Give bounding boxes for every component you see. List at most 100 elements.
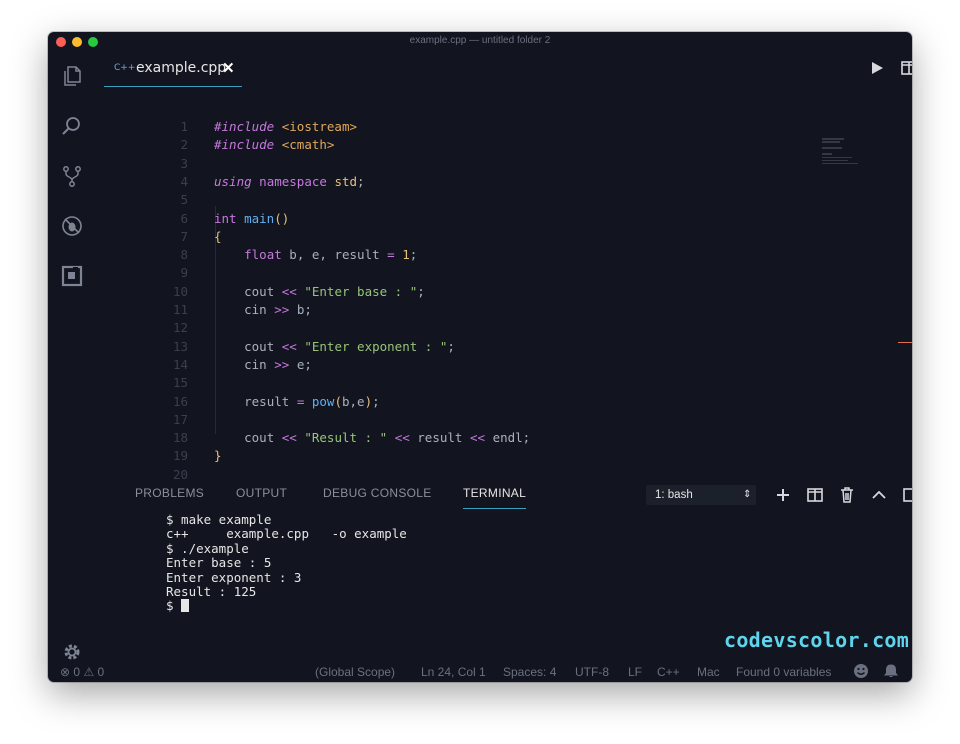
code-line[interactable]: 4 using namespace std; [96, 173, 856, 191]
tab-output[interactable]: OUTPUT [236, 486, 287, 500]
close-window-button[interactable] [56, 37, 66, 47]
status-eol[interactable]: LF [628, 665, 642, 679]
code-text: #include <iostream> [214, 119, 358, 134]
code-editor[interactable]: 1 #include <iostream> 2 #include <cmath> 3 4 u… [96, 86, 912, 482]
cpp-file-icon: C++ [114, 63, 136, 73]
terminal-line: $ make example [166, 512, 272, 527]
problems-status[interactable]: ⊗ 0 ⚠ 0 [60, 665, 104, 679]
line-number: 13 [172, 338, 188, 354]
code-line[interactable]: 16 result = pow(b,e); [96, 393, 856, 411]
watermark: codevscolor.com [724, 628, 910, 652]
line-number: 12 [172, 320, 188, 336]
code-text: cout << "Enter exponent : "; [244, 338, 455, 354]
line-number: 20 [172, 466, 188, 482]
code-line[interactable]: 15 [96, 374, 856, 392]
terminal-prompt: $ [166, 598, 182, 614]
code-line[interactable]: 7{ [96, 228, 856, 246]
new-terminal-icon[interactable] [774, 486, 792, 504]
code-text: cin >> e; [244, 356, 312, 372]
code-line[interactable]: 3 [96, 155, 856, 173]
line-number: 17 [172, 411, 188, 427]
notifications-bell-icon[interactable] [883, 663, 899, 682]
line-number: 18 [172, 430, 188, 446]
terminal-line: Enter base : 5 [166, 555, 272, 571]
terminal-line: Result : 125 [166, 584, 257, 600]
code-line[interactable]: 11 cin >> b; [96, 301, 856, 319]
code-text: #include <cmath> [214, 137, 335, 153]
run-icon[interactable] [870, 61, 884, 80]
code-line[interactable]: 2 #include <cmath> [96, 136, 856, 154]
code-text: float b, e, result = 1; [244, 247, 418, 263]
warning-count: 0 [97, 665, 105, 679]
line-number: 10 [172, 283, 188, 299]
scrollbar-marker [898, 342, 912, 343]
tab-filename: example.cpp [136, 60, 227, 76]
feedback-smiley-icon[interactable] [853, 663, 869, 682]
zoom-window-button[interactable] [88, 37, 98, 47]
close-tab-icon[interactable]: ✕ [222, 59, 235, 77]
warning-icon: ⚠ [83, 665, 95, 679]
code-line[interactable]: 20 [96, 466, 856, 482]
error-icon: ⊗ [60, 665, 71, 679]
maximize-panel-icon[interactable] [870, 486, 888, 504]
error-count: 0 [73, 665, 81, 679]
terminal-prompt-line[interactable]: $ [166, 599, 407, 613]
tab-terminal[interactable]: TERMINAL [463, 486, 527, 509]
status-platform[interactable]: Mac [697, 665, 720, 679]
status-position[interactable]: Ln 24, Col 1 [421, 665, 486, 679]
source-control-icon[interactable] [60, 164, 84, 188]
code-line[interactable]: 14 cin >> e; [96, 356, 856, 374]
status-language[interactable]: C++ [657, 665, 680, 679]
code-line[interactable]: 10 cout << "Enter base : "; [96, 283, 856, 301]
terminal-cursor [181, 599, 190, 613]
chevron-updown-icon: ⇕ [743, 489, 752, 500]
code-line[interactable]: 6 int main() [96, 210, 856, 228]
code-line[interactable]: 1 #include <iostream> [96, 118, 856, 136]
tab-problems[interactable]: PROBLEMS [135, 486, 204, 500]
extensions-icon[interactable] [60, 264, 84, 288]
search-icon[interactable] [60, 114, 84, 138]
code-text: using namespace std; [214, 173, 365, 189]
line-number: 19 [172, 448, 188, 464]
terminal-line: c++ example.cpp -o example [166, 526, 407, 542]
code-text: { [214, 228, 222, 244]
line-number: 11 [172, 302, 188, 317]
files-icon[interactable] [60, 64, 84, 88]
terminal-output[interactable]: $ make example c++ example.cpp -o example… [166, 512, 407, 614]
terminal-select[interactable]: 1: bash ⇕ [646, 485, 756, 505]
line-number: 14 [172, 356, 188, 372]
split-terminal-icon[interactable] [806, 486, 824, 504]
code-text: cin >> b; [244, 302, 312, 317]
line-number: 9 [180, 265, 188, 281]
line-number: 5 [180, 192, 188, 208]
line-number: 3 [180, 155, 188, 171]
code-line[interactable]: 18 cout << "Result : " << result << endl… [96, 429, 856, 447]
activity-bar [48, 50, 96, 662]
title-bar: example.cpp — untitled folder 2 [48, 32, 912, 50]
code-text: cout << "Result : " << result << endl; [244, 430, 531, 446]
code-line[interactable]: 8 float b, e, result = 1; [96, 246, 856, 264]
tab-debug-console[interactable]: DEBUG CONSOLE [323, 486, 432, 500]
code-text: cout << "Enter base : "; [244, 283, 425, 299]
code-line[interactable]: 19} [96, 447, 856, 465]
vscode-window: example.cpp — untitled folder 2 C++ exam… [48, 32, 912, 682]
code-line[interactable]: 13 cout << "Enter exponent : "; [96, 338, 856, 356]
toggle-panel-position-icon[interactable] [902, 486, 912, 504]
line-number: 15 [172, 375, 188, 391]
tab-example-cpp[interactable]: C++ example.cpp ✕ [104, 50, 242, 87]
code-line[interactable]: 17 [96, 411, 856, 429]
settings-gear-icon[interactable] [60, 640, 84, 664]
trash-icon[interactable] [838, 486, 856, 504]
split-editor-icon[interactable] [901, 61, 912, 80]
status-variables[interactable]: Found 0 variables [736, 665, 831, 679]
line-number: 7 [180, 228, 188, 244]
code-text: } [214, 448, 222, 464]
minimize-window-button[interactable] [72, 37, 82, 47]
status-encoding[interactable]: UTF-8 [575, 665, 609, 679]
status-scope[interactable]: (Global Scope) [315, 665, 395, 679]
debug-icon[interactable] [60, 214, 84, 238]
status-spaces[interactable]: Spaces: 4 [503, 665, 556, 679]
code-line[interactable]: 9 [96, 264, 856, 282]
code-line[interactable]: 12 [96, 319, 856, 337]
code-line[interactable]: 5 [96, 191, 856, 209]
